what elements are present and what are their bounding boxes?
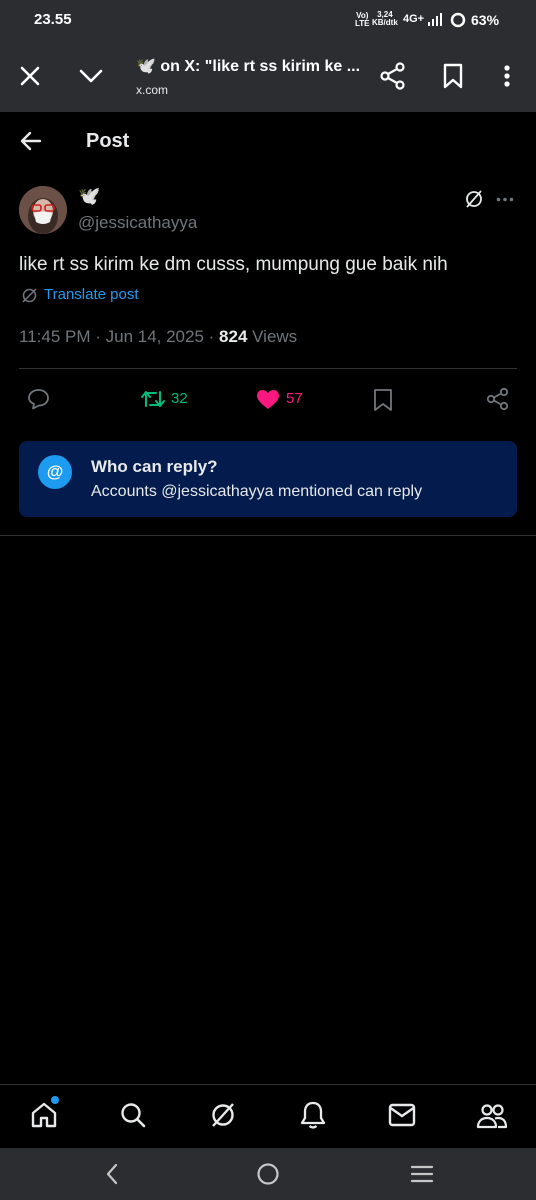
grok-icon[interactable] [464, 189, 484, 209]
browser-url: x.com [136, 83, 169, 97]
post-timestamp: 11:45 PM · Jun 14, 2025 · 824 Views [19, 327, 297, 347]
translate-icon[interactable] [21, 287, 38, 304]
speed-unit: KB/dtk [372, 18, 398, 27]
system-home-icon[interactable] [256, 1162, 280, 1186]
volte-indicator: Vo) LTE [355, 12, 370, 28]
home-notification-dot [51, 1096, 59, 1104]
bookmark-page-icon[interactable] [443, 63, 463, 89]
translate-post-link[interactable]: Translate post [44, 286, 139, 303]
avatar[interactable] [19, 186, 67, 234]
close-icon[interactable] [19, 65, 41, 87]
bookmark-icon[interactable] [373, 388, 393, 412]
reply-notice-title: Who can reply? [91, 457, 218, 476]
who-can-reply-card [19, 441, 517, 517]
home-icon[interactable] [30, 1101, 58, 1129]
views-label: Views [247, 327, 298, 346]
communities-icon[interactable] [476, 1102, 508, 1130]
display-name[interactable]: 🕊️ [78, 186, 100, 207]
browser-page-title: 🕊️ on X: "like rt ss kirim ke ... [136, 58, 361, 75]
reply-notice-subtitle: Accounts @jessicathayya mentioned can re… [91, 483, 423, 500]
page-title: Post [86, 130, 130, 152]
share-post-icon[interactable] [486, 387, 510, 411]
post-text: like rt ss kirim ke dm cusss, mumpung gu… [19, 254, 448, 275]
back-arrow-icon[interactable] [20, 131, 42, 151]
search-icon[interactable] [119, 1101, 147, 1129]
heart-icon[interactable] [256, 389, 280, 410]
network-speed: 3,24 KB/dtk [372, 11, 398, 27]
network-type: 4G+ [403, 13, 425, 25]
views-count: 824 [219, 327, 248, 346]
notifications-icon[interactable] [299, 1100, 327, 1130]
divider [0, 535, 536, 536]
chevron-down-icon[interactable] [78, 68, 104, 84]
grok-nav-icon[interactable] [209, 1101, 237, 1129]
status-time: 23.55 [34, 11, 72, 28]
volte-bottom: LTE [355, 19, 370, 28]
like-count: 57 [286, 390, 303, 407]
battery-icon [450, 12, 466, 28]
more-horizontal-icon[interactable] [496, 197, 514, 202]
retweet-icon[interactable] [140, 388, 166, 410]
retweet-count: 32 [171, 390, 188, 407]
system-back-icon[interactable] [105, 1163, 119, 1185]
signal-icon [428, 13, 442, 26]
messages-icon[interactable] [388, 1103, 416, 1127]
divider [19, 368, 517, 369]
user-handle[interactable]: @jessicathayya [78, 213, 197, 233]
reply-icon[interactable] [27, 388, 50, 410]
more-vert-icon[interactable] [503, 64, 511, 88]
mention-icon: @ [38, 455, 72, 489]
system-recents-icon[interactable] [410, 1165, 434, 1183]
battery-percent: 63% [471, 12, 500, 28]
bottom-nav [0, 1084, 536, 1149]
timestamp-text: 11:45 PM · Jun 14, 2025 · [19, 327, 220, 346]
share-icon[interactable] [380, 62, 406, 90]
